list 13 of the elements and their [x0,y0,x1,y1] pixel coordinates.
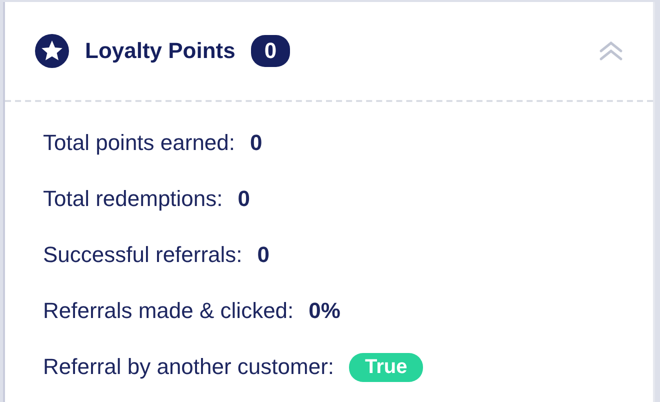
stat-label: Total points earned: [43,130,236,156]
panel-title: Loyalty Points [85,38,236,64]
stat-label: Successful referrals: [43,242,242,268]
collapse-icon[interactable] [599,41,623,61]
points-count: 0 [251,35,290,67]
stat-value: 0 [238,186,250,212]
stat-value: 0 [250,130,262,156]
status-badge: True [349,352,424,382]
stat-value: 0 [257,242,270,268]
stat-label: Referral by another customer: [43,354,334,380]
stat-label: Total redemptions: [43,186,223,212]
stat-value: 0% [308,298,340,324]
stat-label: Referrals made & clicked: [43,298,294,324]
